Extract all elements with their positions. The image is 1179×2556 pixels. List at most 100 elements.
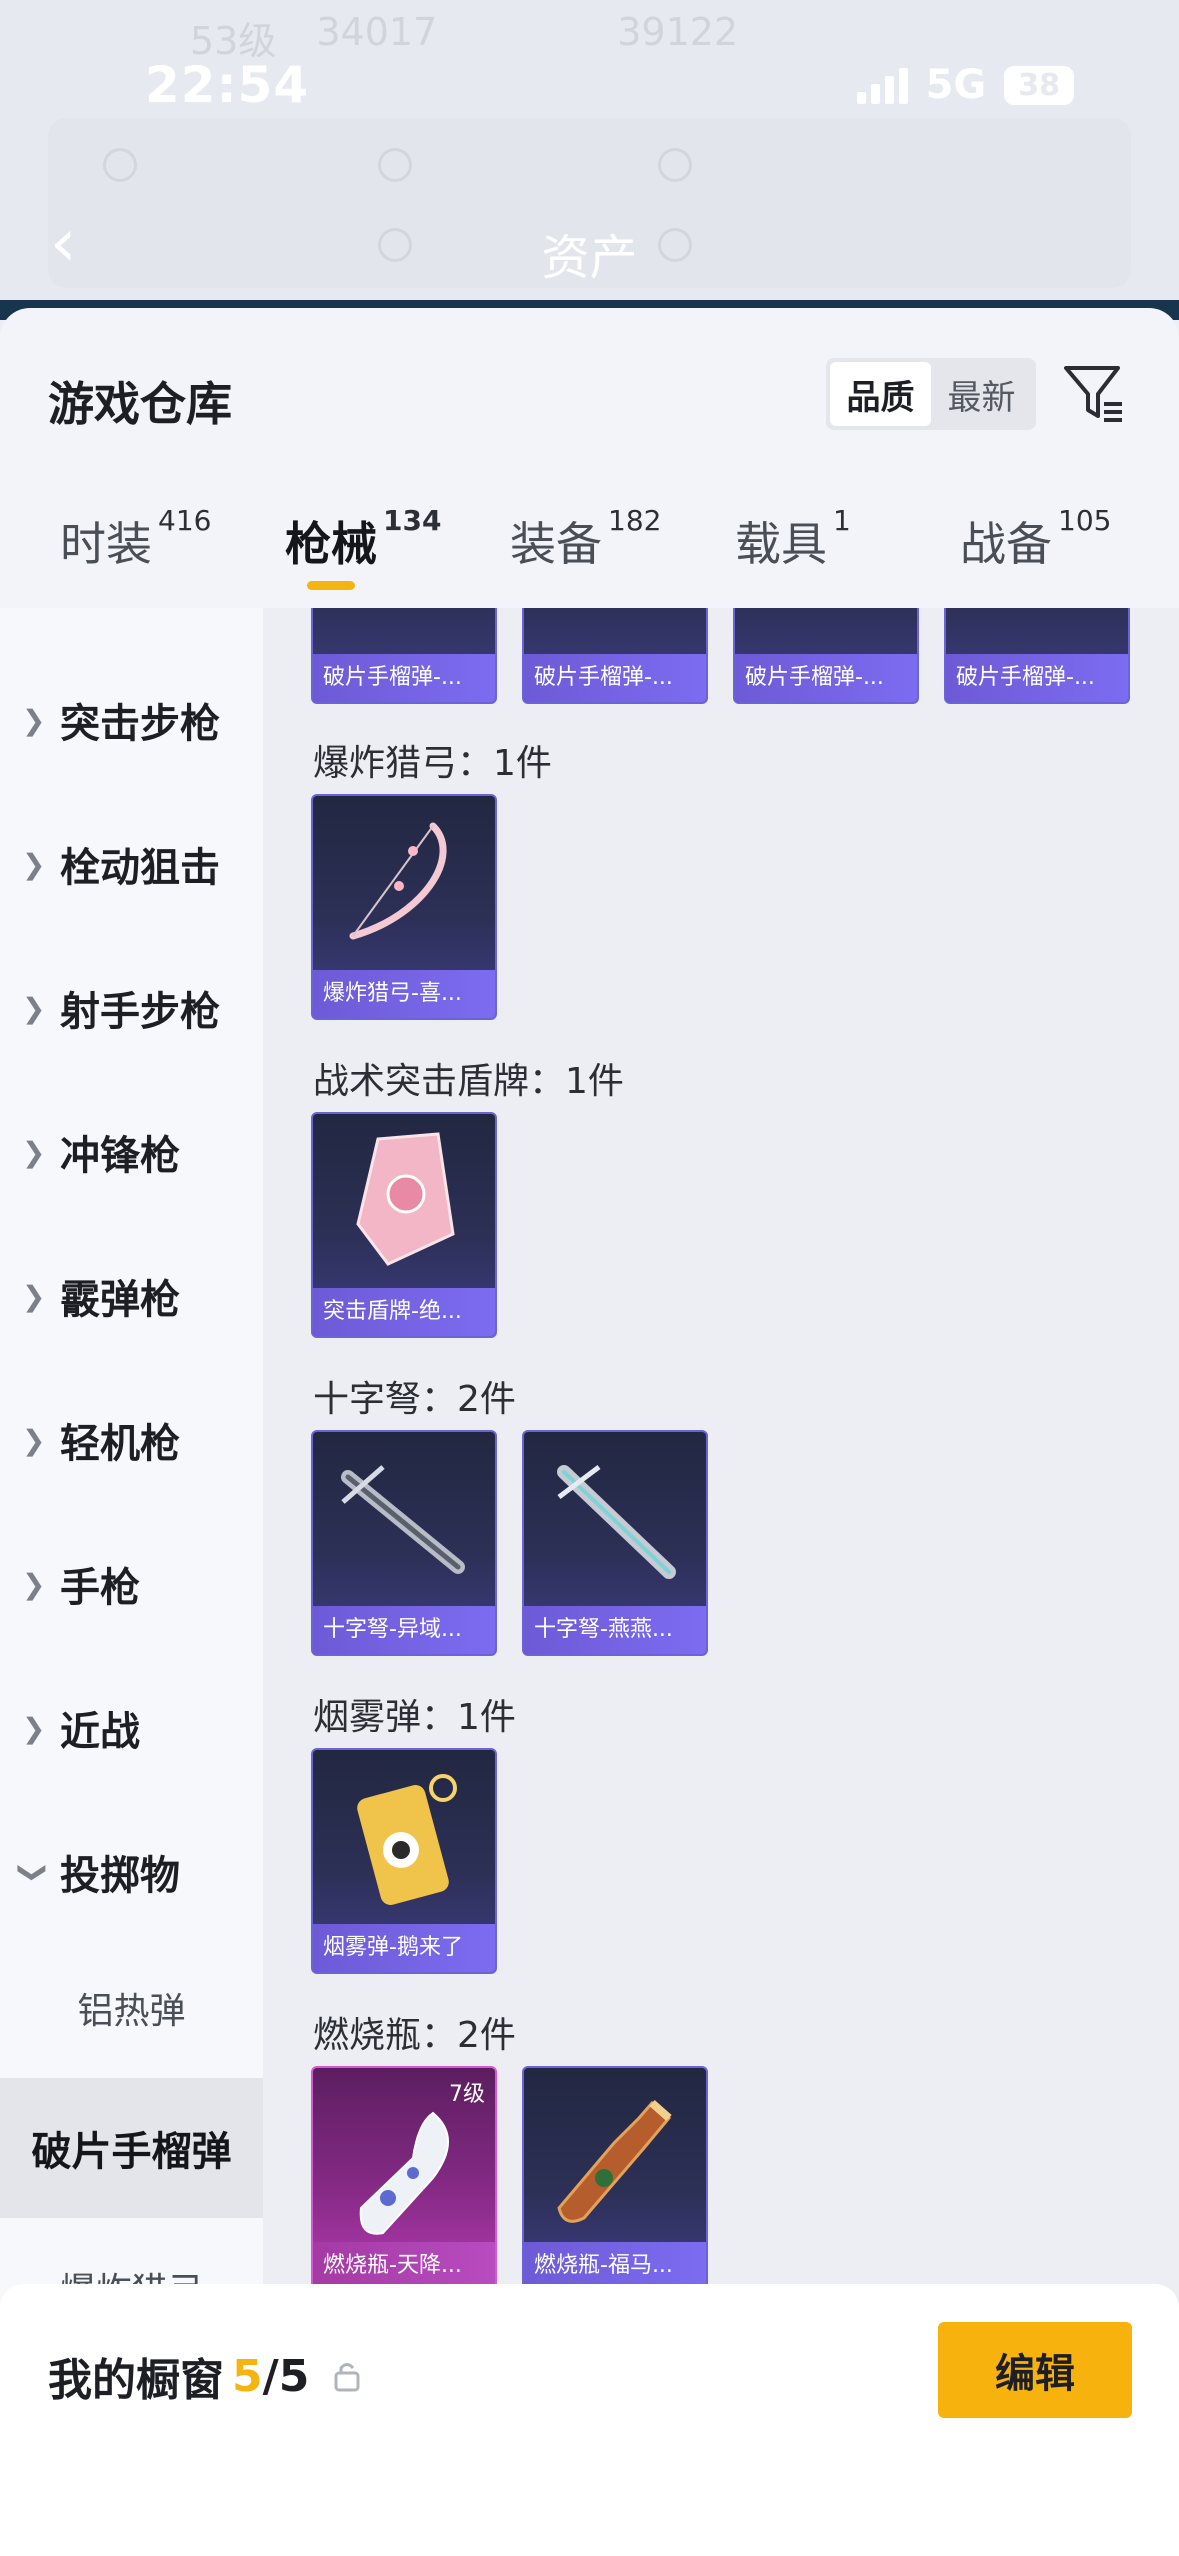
signal-icon <box>856 66 908 104</box>
molotov-icon <box>524 2068 706 2246</box>
background-title: 资产 <box>541 230 638 286</box>
item-card[interactable]: 十字弩-异域... <box>311 1430 497 1656</box>
bow-icon <box>313 796 495 974</box>
chevron-down-icon: ❯ <box>17 1860 51 1884</box>
category-tabs: 时装 416 枪械 134 装备 182 载具 1 战备 105 <box>0 504 1179 608</box>
sidebar-subitem-frag-grenade[interactable]: 破片手榴弹 <box>0 2078 263 2218</box>
item-card[interactable]: 爆炸猎弓-喜... <box>311 794 497 1020</box>
sidebar-item-label: 手枪 <box>60 1565 140 1611</box>
background-header: ‹ 资产 <box>0 200 1179 290</box>
lock-icon <box>334 2363 360 2392</box>
tab-count: 105 <box>1058 504 1112 537</box>
background-page: 53级 34017 39122 22:54 5G 38 ‹ 资产 <box>0 0 1179 320</box>
item-caption: 燃烧瓶-福马... <box>524 2242 706 2290</box>
tab-count: 1 <box>833 504 851 537</box>
tab-label: 时装 <box>60 517 152 571</box>
sidebar-item-lmg[interactable]: ❯ 轻机枪 <box>0 1390 263 1490</box>
item-caption: 十字弩-异域... <box>313 1606 495 1654</box>
group-title: 战术突击盾牌：1件 <box>313 1061 624 1102</box>
tab-count: 416 <box>158 504 212 537</box>
sidebar-item-bolt-sniper[interactable]: ❯ 栓动狙击 <box>0 814 263 914</box>
sidebar-item-throwables[interactable]: ❯ 投掷物 <box>0 1822 263 1922</box>
chevron-right-icon: ❯ <box>22 1135 46 1169</box>
group-title: 十字弩：2件 <box>313 1379 516 1420</box>
chevron-right-icon: ❯ <box>22 1423 46 1457</box>
showcase-count: 5 <box>232 2350 263 2402</box>
tab-count: 134 <box>383 504 442 537</box>
sidebar-item-label: 冲锋枪 <box>60 1133 180 1179</box>
item-card[interactable]: 烟雾弹-鹅来了 <box>311 1748 497 1974</box>
sort-quality-button[interactable]: 品质 <box>830 362 931 426</box>
grenade-icon <box>313 608 495 658</box>
tab-vehicles[interactable]: 载具 1 <box>735 504 851 608</box>
item-caption: 破片手榴弹-... <box>524 654 706 702</box>
tab-label: 载具 <box>735 517 827 571</box>
weapon-category-sidebar: ❯ 突击步枪 ❯ 栓动狙击 ❯ 射手步枪 ❯ 冲锋枪 ❯ 霰弹枪 ❯ 轻机枪 ❯… <box>0 608 263 2556</box>
tab-tactical-gear[interactable]: 战备 105 <box>960 504 1111 608</box>
sidebar-item-pistol[interactable]: ❯ 手枪 <box>0 1534 263 1634</box>
tab-firearms[interactable]: 枪械 134 <box>285 504 441 608</box>
sidebar-item-shotgun[interactable]: ❯ 霰弹枪 <box>0 1246 263 1346</box>
tab-label: 枪械 <box>285 517 377 571</box>
chevron-right-icon: ❯ <box>22 847 46 881</box>
sidebar-item-label: 轻机枪 <box>60 1421 180 1467</box>
showcase-label-group: 我的橱窗 5 /5 <box>48 2344 361 2408</box>
sidebar-item-smg[interactable]: ❯ 冲锋枪 <box>0 1102 263 1202</box>
edit-button[interactable]: 编辑 <box>938 2322 1132 2418</box>
item-card[interactable]: 十字弩-燕燕... <box>522 1430 708 1656</box>
smoke-grenade-icon <box>313 1750 495 1928</box>
item-caption: 破片手榴弹-... <box>946 654 1128 702</box>
item-caption: 烟雾弹-鹅来了 <box>313 1924 495 1972</box>
item-card[interactable]: 破片手榴弹-... <box>733 608 919 704</box>
sidebar-item-label: 射手步枪 <box>60 989 220 1035</box>
chevron-right-icon: ❯ <box>22 1567 46 1601</box>
sort-toggle: 品质 最新 <box>826 358 1036 430</box>
sidebar-item-label: 投掷物 <box>60 1853 180 1899</box>
chevron-right-icon: ❯ <box>22 703 46 737</box>
sidebar-item-marksman-rifle[interactable]: ❯ 射手步枪 <box>0 958 263 1058</box>
sidebar-item-melee[interactable]: ❯ 近战 <box>0 1678 263 1778</box>
sidebar-item-assault-rifle[interactable]: ❯ 突击步枪 <box>0 670 263 770</box>
background-stat-icon <box>378 148 412 182</box>
status-indicators: 5G 38 <box>856 62 1074 108</box>
sidebar-item-label: 近战 <box>60 1709 140 1755</box>
item-caption: 破片手榴弹-... <box>735 654 917 702</box>
item-card[interactable]: 破片手榴弹-... <box>522 608 708 704</box>
filter-icon[interactable] <box>1060 358 1130 428</box>
active-tab-indicator <box>307 581 355 590</box>
crossbow-icon <box>524 1432 706 1610</box>
item-card[interactable]: 破片手榴弹-... <box>311 608 497 704</box>
sidebar-item-label: 霰弹枪 <box>60 1277 180 1323</box>
item-grid: 破片手榴弹-... 破片手榴弹-... 破片手榴弹-... 破片手榴弹-... … <box>263 608 1179 2556</box>
item-card[interactable]: 破片手榴弹-... <box>944 608 1130 704</box>
item-card[interactable]: 燃烧瓶-福马... <box>522 2066 708 2292</box>
item-card[interactable]: 7级 燃烧瓶-天降... <box>311 2066 497 2292</box>
sidebar-subitem-thermite[interactable]: 铝热弹 <box>0 1938 263 2078</box>
item-caption: 破片手榴弹-... <box>313 654 495 702</box>
warehouse-sheet: 游戏仓库 品质 最新 时装 416 枪械 134 装备 182 载具 1 战备 105 <box>0 308 1179 2556</box>
sidebar-item-label: 栓动狙击 <box>60 845 220 891</box>
showcase-bar: 我的橱窗 5 /5 编辑 <box>0 2284 1179 2556</box>
grenade-icon <box>524 608 706 658</box>
network-type: 5G <box>925 62 987 108</box>
item-caption: 突击盾牌-绝... <box>313 1288 495 1336</box>
showcase-label: 我的橱窗 <box>48 2355 224 2406</box>
background-stat-icon <box>103 148 137 182</box>
item-card[interactable]: 突击盾牌-绝... <box>311 1112 497 1338</box>
item-caption: 爆炸猎弓-喜... <box>313 970 495 1018</box>
background-stat-icon <box>658 148 692 182</box>
crossbow-icon <box>313 1432 495 1610</box>
sort-newest-button[interactable]: 最新 <box>931 362 1032 426</box>
tab-equipment[interactable]: 装备 182 <box>510 504 661 608</box>
grenade-icon <box>735 608 917 658</box>
group-title: 爆炸猎弓：1件 <box>313 743 552 784</box>
sidebar-item-label: 突击步枪 <box>60 701 220 747</box>
background-stat-b: 39122 <box>617 10 739 54</box>
tab-count: 182 <box>608 504 662 537</box>
battery-icon: 38 <box>1004 65 1074 105</box>
tab-fashion[interactable]: 时装 416 <box>60 504 211 608</box>
item-caption: 十字弩-燕燕... <box>524 1606 706 1654</box>
chevron-right-icon: ❯ <box>22 991 46 1025</box>
shield-icon <box>313 1114 495 1292</box>
tab-label: 装备 <box>510 517 602 571</box>
